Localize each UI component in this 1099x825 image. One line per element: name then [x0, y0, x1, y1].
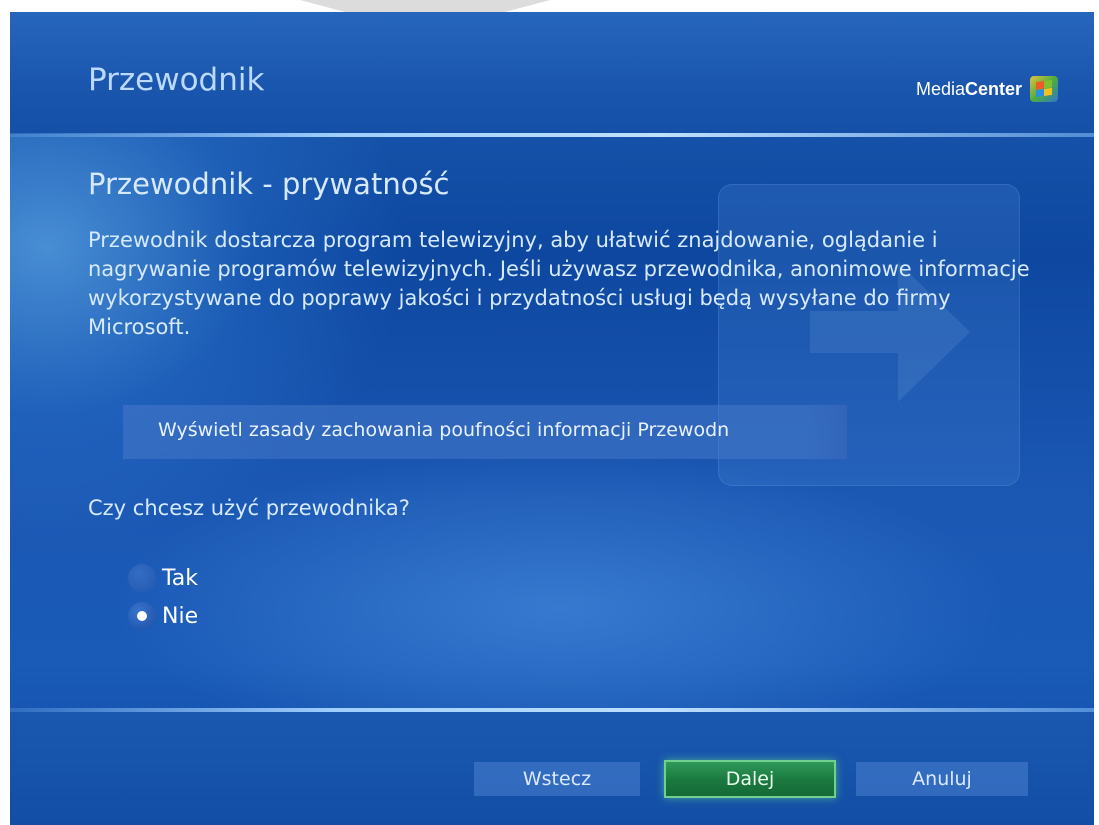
media-center-window: Przewodnik MediaCenter Przewodnik - pryw… — [10, 12, 1094, 825]
radio-label: Tak — [162, 565, 199, 591]
question-text: Czy chcesz użyć przewodnika? — [88, 496, 410, 520]
radio-option-nie[interactable]: Nie — [128, 602, 198, 630]
header-divider — [10, 133, 1094, 137]
page-title: Przewodnik — [88, 62, 265, 98]
radio-label: Nie — [162, 603, 199, 629]
page: Przewodnik MediaCenter Przewodnik - pryw… — [0, 0, 1099, 825]
next-button[interactable]: Dalej — [664, 760, 836, 798]
privacy-policy-link-label: Wyświetl zasady zachowania poufności inf… — [158, 419, 730, 441]
section-title: Przewodnik - prywatność — [88, 167, 450, 201]
radio-selected-icon[interactable] — [128, 602, 156, 630]
privacy-policy-link[interactable]: Wyświetl zasady zachowania poufności inf… — [123, 405, 847, 459]
cancel-button[interactable]: Anuluj — [856, 762, 1028, 796]
brand: MediaCenter — [916, 76, 1058, 102]
radio-option-tak[interactable]: Tak — [128, 564, 198, 592]
header: Przewodnik MediaCenter — [10, 12, 1094, 134]
back-button[interactable]: Wstecz — [474, 762, 640, 796]
windows-flag-icon — [1030, 76, 1058, 102]
description-text: Przewodnik dostarcza program telewizyjny… — [88, 228, 1030, 339]
radio-unselected-icon[interactable] — [128, 564, 156, 592]
brand-text: MediaCenter — [915, 78, 1022, 99]
